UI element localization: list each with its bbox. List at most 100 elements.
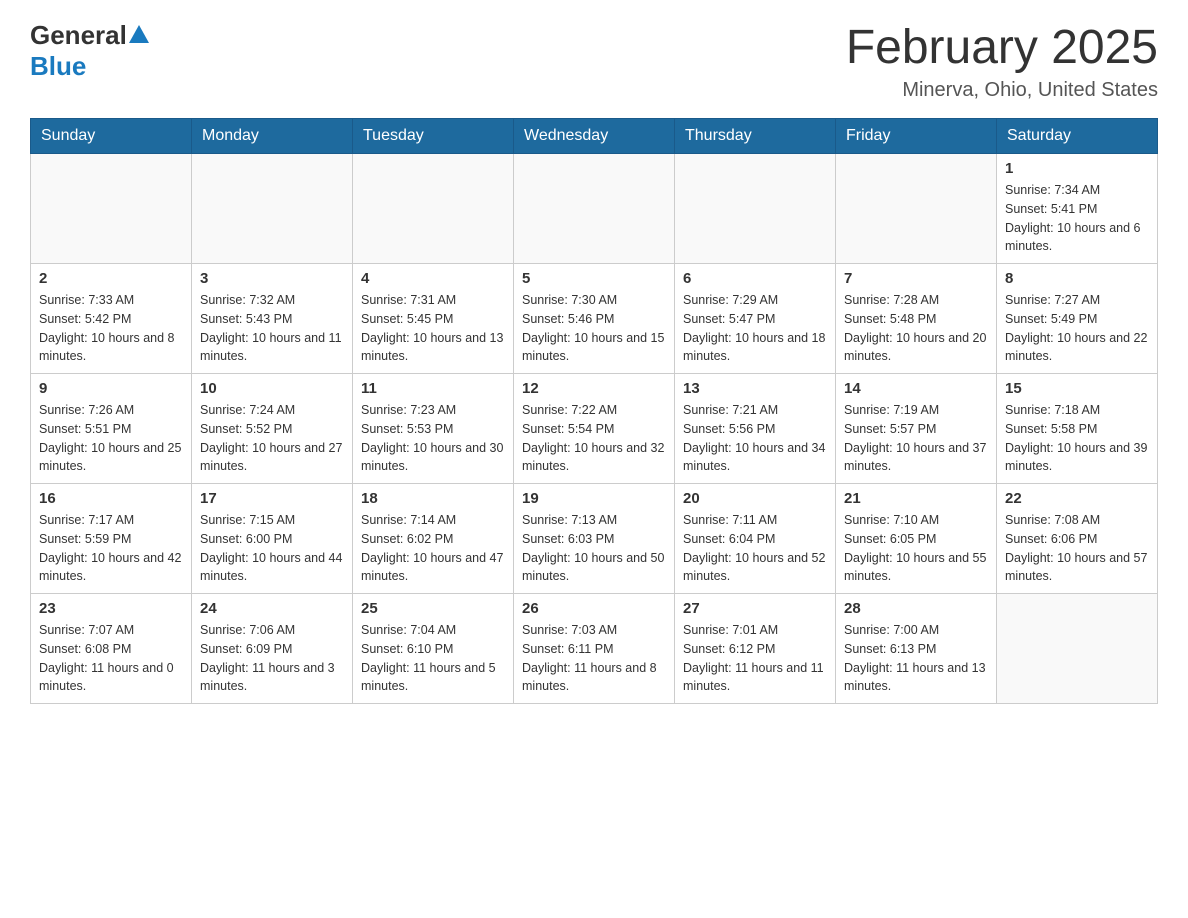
calendar-cell: 17Sunrise: 7:15 AMSunset: 6:00 PMDayligh… <box>192 484 353 594</box>
calendar-week-5: 23 Sunrise: 7:07 AMSunset: 6:08 PMDayligh… <box>31 594 1158 704</box>
day-number: 28 <box>844 600 988 617</box>
day-info: Sunrise: 7:18 AMSunset: 5:58 PMDaylight:… <box>1005 401 1149 476</box>
day-number: 5 <box>522 270 666 287</box>
calendar-cell: 18 Sunrise: 7:14 AMSunset: 6:02 PMDayligh… <box>353 484 514 594</box>
day-info: Sunrise: 7:26 AMSunset: 5:51 PMDaylight:… <box>39 401 183 476</box>
day-info: Sunrise: 7:13 AMSunset: 6:03 PMDaylight:… <box>522 511 666 586</box>
day-info: Sunrise: 7:01 AMSunset: 6:12 PMDaylight:… <box>683 621 827 696</box>
day-number: 27 <box>683 600 827 617</box>
calendar-cell <box>192 154 353 264</box>
calendar-week-4: 16 Sunrise: 7:17 AMSunset: 5:59 PMDayligh… <box>31 484 1158 594</box>
calendar-cell: 14Sunrise: 7:19 AMSunset: 5:57 PMDayligh… <box>836 374 997 484</box>
column-header-saturday: Saturday <box>997 119 1158 154</box>
day-number: 3 <box>200 270 344 287</box>
day-number: 20 <box>683 490 827 507</box>
calendar-cell: 16 Sunrise: 7:17 AMSunset: 5:59 PMDayligh… <box>31 484 192 594</box>
day-number: 4 <box>361 270 505 287</box>
calendar-cell: 6Sunrise: 7:29 AMSunset: 5:47 PMDaylight… <box>675 264 836 374</box>
logo-triangle-icon <box>129 25 149 43</box>
calendar-cell: 25 Sunrise: 7:04 AMSunset: 6:10 PMDayligh… <box>353 594 514 704</box>
day-info: Sunrise: 7:15 AMSunset: 6:00 PMDaylight:… <box>200 511 344 586</box>
day-info: Sunrise: 7:34 AMSunset: 5:41 PMDaylight:… <box>1005 181 1149 256</box>
calendar-cell: 11 Sunrise: 7:23 AMSunset: 5:53 PMDayligh… <box>353 374 514 484</box>
day-info: Sunrise: 7:21 AMSunset: 5:56 PMDaylight:… <box>683 401 827 476</box>
day-info: Sunrise: 7:04 AMSunset: 6:10 PMDaylight:… <box>361 621 505 696</box>
day-number: 11 <box>361 380 505 397</box>
page-subtitle: Minerva, Ohio, United States <box>846 79 1158 102</box>
calendar-header-row: SundayMondayTuesdayWednesdayThursdayFrid… <box>31 119 1158 154</box>
calendar-week-3: 9 Sunrise: 7:26 AMSunset: 5:51 PMDaylight… <box>31 374 1158 484</box>
day-number: 12 <box>522 380 666 397</box>
calendar-cell: 27 Sunrise: 7:01 AMSunset: 6:12 PMDayligh… <box>675 594 836 704</box>
calendar-cell: 7 Sunrise: 7:28 AMSunset: 5:48 PMDaylight… <box>836 264 997 374</box>
calendar-cell <box>31 154 192 264</box>
logo-general-text: General <box>30 20 127 51</box>
calendar-cell: 10Sunrise: 7:24 AMSunset: 5:52 PMDayligh… <box>192 374 353 484</box>
day-number: 22 <box>1005 490 1149 507</box>
calendar-cell: 26Sunrise: 7:03 AMSunset: 6:11 PMDayligh… <box>514 594 675 704</box>
day-number: 13 <box>683 380 827 397</box>
day-number: 1 <box>1005 160 1149 177</box>
day-info: Sunrise: 7:24 AMSunset: 5:52 PMDaylight:… <box>200 401 344 476</box>
calendar-cell: 13 Sunrise: 7:21 AMSunset: 5:56 PMDayligh… <box>675 374 836 484</box>
day-number: 18 <box>361 490 505 507</box>
column-header-tuesday: Tuesday <box>353 119 514 154</box>
day-info: Sunrise: 7:23 AMSunset: 5:53 PMDaylight:… <box>361 401 505 476</box>
day-number: 2 <box>39 270 183 287</box>
page-header: General Blue February 2025 Minerva, Ohio… <box>30 20 1158 102</box>
calendar-cell <box>353 154 514 264</box>
calendar-cell: 24Sunrise: 7:06 AMSunset: 6:09 PMDayligh… <box>192 594 353 704</box>
day-info: Sunrise: 7:08 AMSunset: 6:06 PMDaylight:… <box>1005 511 1149 586</box>
day-info: Sunrise: 7:28 AMSunset: 5:48 PMDaylight:… <box>844 291 988 366</box>
calendar-cell: 12 Sunrise: 7:22 AMSunset: 5:54 PMDayligh… <box>514 374 675 484</box>
calendar-cell: 2 Sunrise: 7:33 AMSunset: 5:42 PMDaylight… <box>31 264 192 374</box>
day-number: 9 <box>39 380 183 397</box>
day-info: Sunrise: 7:11 AMSunset: 6:04 PMDaylight:… <box>683 511 827 586</box>
day-number: 16 <box>39 490 183 507</box>
column-header-friday: Friday <box>836 119 997 154</box>
day-info: Sunrise: 7:17 AMSunset: 5:59 PMDaylight:… <box>39 511 183 586</box>
calendar-cell: 3 Sunrise: 7:32 AMSunset: 5:43 PMDaylight… <box>192 264 353 374</box>
column-header-wednesday: Wednesday <box>514 119 675 154</box>
calendar-cell: 20 Sunrise: 7:11 AMSunset: 6:04 PMDayligh… <box>675 484 836 594</box>
calendar-table: SundayMondayTuesdayWednesdayThursdayFrid… <box>30 118 1158 704</box>
day-info: Sunrise: 7:33 AMSunset: 5:42 PMDaylight:… <box>39 291 183 366</box>
day-info: Sunrise: 7:22 AMSunset: 5:54 PMDaylight:… <box>522 401 666 476</box>
calendar-cell: 21Sunrise: 7:10 AMSunset: 6:05 PMDayligh… <box>836 484 997 594</box>
calendar-week-1: 1 Sunrise: 7:34 AMSunset: 5:41 PMDaylight… <box>31 154 1158 264</box>
column-header-sunday: Sunday <box>31 119 192 154</box>
calendar-cell: 8Sunrise: 7:27 AMSunset: 5:49 PMDaylight… <box>997 264 1158 374</box>
logo: General Blue <box>30 20 149 82</box>
calendar-cell <box>997 594 1158 704</box>
title-section: February 2025 Minerva, Ohio, United Stat… <box>846 20 1158 102</box>
day-info: Sunrise: 7:30 AMSunset: 5:46 PMDaylight:… <box>522 291 666 366</box>
day-number: 6 <box>683 270 827 287</box>
day-info: Sunrise: 7:00 AMSunset: 6:13 PMDaylight:… <box>844 621 988 696</box>
calendar-cell: 9 Sunrise: 7:26 AMSunset: 5:51 PMDaylight… <box>31 374 192 484</box>
day-info: Sunrise: 7:06 AMSunset: 6:09 PMDaylight:… <box>200 621 344 696</box>
day-number: 14 <box>844 380 988 397</box>
calendar-cell: 4 Sunrise: 7:31 AMSunset: 5:45 PMDaylight… <box>353 264 514 374</box>
calendar-cell: 1 Sunrise: 7:34 AMSunset: 5:41 PMDaylight… <box>997 154 1158 264</box>
day-info: Sunrise: 7:32 AMSunset: 5:43 PMDaylight:… <box>200 291 344 366</box>
day-number: 19 <box>522 490 666 507</box>
calendar-cell: 22 Sunrise: 7:08 AMSunset: 6:06 PMDayligh… <box>997 484 1158 594</box>
calendar-cell: 23 Sunrise: 7:07 AMSunset: 6:08 PMDayligh… <box>31 594 192 704</box>
calendar-cell: 28 Sunrise: 7:00 AMSunset: 6:13 PMDayligh… <box>836 594 997 704</box>
day-info: Sunrise: 7:31 AMSunset: 5:45 PMDaylight:… <box>361 291 505 366</box>
day-number: 26 <box>522 600 666 617</box>
calendar-cell <box>514 154 675 264</box>
day-number: 25 <box>361 600 505 617</box>
calendar-cell <box>836 154 997 264</box>
column-header-thursday: Thursday <box>675 119 836 154</box>
day-number: 23 <box>39 600 183 617</box>
day-number: 15 <box>1005 380 1149 397</box>
day-info: Sunrise: 7:14 AMSunset: 6:02 PMDaylight:… <box>361 511 505 586</box>
calendar-cell <box>675 154 836 264</box>
day-number: 7 <box>844 270 988 287</box>
calendar-cell: 19 Sunrise: 7:13 AMSunset: 6:03 PMDayligh… <box>514 484 675 594</box>
calendar-cell: 5 Sunrise: 7:30 AMSunset: 5:46 PMDaylight… <box>514 264 675 374</box>
day-info: Sunrise: 7:07 AMSunset: 6:08 PMDaylight:… <box>39 621 183 696</box>
day-info: Sunrise: 7:27 AMSunset: 5:49 PMDaylight:… <box>1005 291 1149 366</box>
page-title: February 2025 <box>846 20 1158 75</box>
